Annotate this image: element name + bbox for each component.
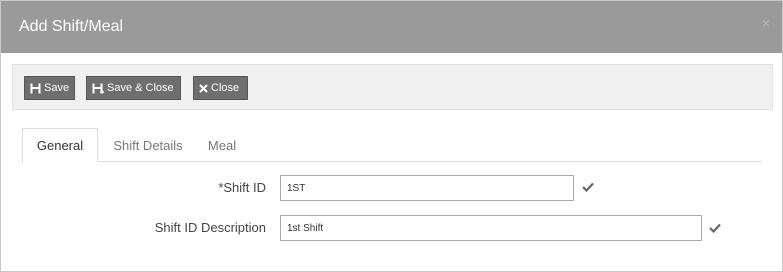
save-and-close-label: Save & Close <box>107 82 174 94</box>
close-icon[interactable]: × <box>762 15 770 31</box>
shift-id-input[interactable] <box>280 175 574 201</box>
save-icon <box>30 83 41 94</box>
shift-id-description-input[interactable] <box>280 215 702 241</box>
close-x-icon <box>199 83 208 93</box>
save-close-icon <box>92 83 104 94</box>
add-shift-meal-dialog: Add Shift/Meal × Save Save & Close Close… <box>0 0 783 272</box>
save-button-label: Save <box>44 82 70 94</box>
shift-id-label-text: Shift ID <box>223 180 266 195</box>
shift-id-description-label: Shift ID Description <box>154 220 266 235</box>
save-and-close-button[interactable]: Save & Close <box>86 76 181 100</box>
checkmark-icon <box>582 179 594 195</box>
save-button[interactable]: Save <box>24 76 75 100</box>
tab-shift-details[interactable]: Shift Details <box>106 128 190 163</box>
close-button-label: Close <box>211 82 240 94</box>
checkmark-icon <box>709 220 721 236</box>
toolbar: Save Save & Close Close <box>12 64 773 110</box>
dialog-header: Add Shift/Meal × <box>1 1 782 53</box>
dialog-title: Add Shift/Meal <box>19 18 124 35</box>
close-button[interactable]: Close <box>193 76 248 100</box>
shift-id-label: *Shift ID <box>218 180 266 195</box>
tab-meal[interactable]: Meal <box>200 128 244 163</box>
tab-bar: General Shift Details Meal <box>22 128 762 163</box>
tab-general[interactable]: General <box>22 128 98 163</box>
form-panel: General Shift Details Meal *Shift ID Shi… <box>12 119 773 269</box>
